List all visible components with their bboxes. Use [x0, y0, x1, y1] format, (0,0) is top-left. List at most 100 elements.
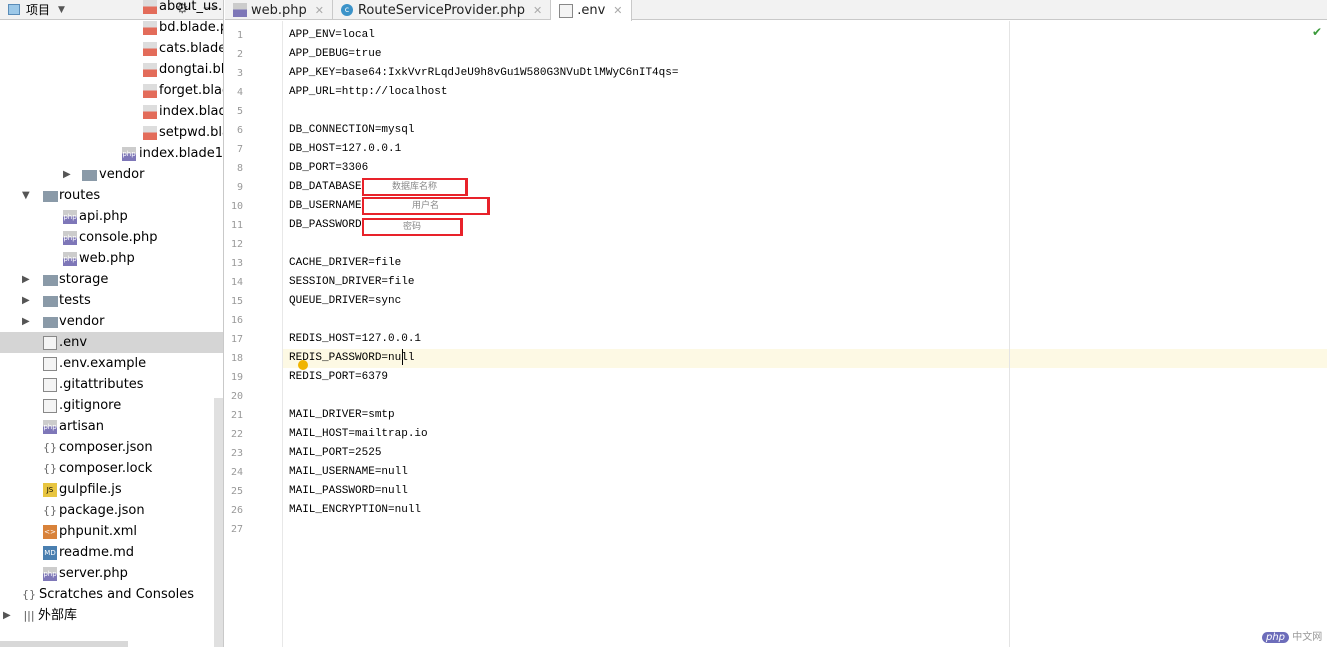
- right-margin-guide: [1009, 21, 1010, 647]
- code-line[interactable]: [283, 102, 1327, 121]
- blade-file-icon: [143, 63, 157, 77]
- code-line[interactable]: MAIL_PORT=2525: [283, 444, 1327, 463]
- tree-item[interactable]: phpindex.blade1.php: [0, 143, 223, 164]
- tree-item[interactable]: ▶ ||| 外部库: [0, 605, 223, 626]
- tree-item-label: bd.blade.php: [159, 20, 223, 35]
- close-icon[interactable]: ✕: [613, 4, 622, 17]
- close-icon[interactable]: ✕: [315, 4, 324, 17]
- code-line[interactable]: APP_KEY=base64:IxkVvrRLqdJeU9h8vGu1W580G…: [283, 64, 1327, 83]
- tree-item[interactable]: ▼ routes: [0, 185, 223, 206]
- tree-item[interactable]: php server.php: [0, 563, 223, 584]
- code-line[interactable]: REDIS_PORT=6379: [283, 368, 1327, 387]
- lightbulb-icon[interactable]: [298, 360, 308, 370]
- line-number: 17: [230, 334, 243, 345]
- code-editor[interactable]: APP_ENV=local APP_DEBUG=true APP_KEY=base6…: [283, 21, 1327, 647]
- line-number: 24: [230, 467, 243, 478]
- tree-item[interactable]: php console.php: [0, 227, 223, 248]
- check-icon: ✔: [1312, 25, 1323, 39]
- code-line[interactable]: [283, 311, 1327, 330]
- code-line[interactable]: MAIL_ENCRYPTION=null: [283, 501, 1327, 520]
- code-line[interactable]: MAIL_USERNAME=null: [283, 463, 1327, 482]
- tree-item[interactable]: {} package.json: [0, 500, 223, 521]
- code-line[interactable]: SESSION_DRIVER=file: [283, 273, 1327, 292]
- tree-item[interactable]: ▶ tests: [0, 290, 223, 311]
- code-line[interactable]: MAIL_PASSWORD=null: [283, 482, 1327, 501]
- code-line[interactable]: [283, 387, 1327, 406]
- tree-item[interactable]: <> phpunit.xml: [0, 521, 223, 542]
- tree-item-label: index.blade1.php: [139, 146, 224, 161]
- tree-item[interactable]: php web.php: [0, 248, 223, 269]
- tree-item[interactable]: {} composer.lock: [0, 458, 223, 479]
- code-line[interactable]: REDIS_HOST=127.0.0.1: [283, 330, 1327, 349]
- code-line[interactable]: CACHE_DRIVER=file: [283, 254, 1327, 273]
- text-caret: [402, 349, 403, 365]
- expand-arrow-icon[interactable]: ▶: [22, 311, 30, 332]
- code-line[interactable]: QUEUE_DRIVER=sync: [283, 292, 1327, 311]
- code-line[interactable]: APP_ENV=local: [283, 26, 1327, 45]
- close-icon[interactable]: ✕: [533, 4, 542, 17]
- blade-file-icon: [143, 42, 157, 56]
- tree-item-label: Scratches and Consoles: [39, 587, 195, 602]
- code-line[interactable]: MAIL_HOST=mailtrap.io: [283, 425, 1327, 444]
- code-line[interactable]: DB_PORT=3306: [283, 159, 1327, 178]
- tree-item[interactable]: .gitignore: [0, 395, 223, 416]
- tab-env[interactable]: .env ✕: [551, 0, 632, 21]
- tree-item[interactable]: setpwd.blade.php: [0, 122, 223, 143]
- tab-label: .env: [577, 3, 606, 18]
- tree-item[interactable]: .env.example: [0, 353, 223, 374]
- tree-item[interactable]: php artisan: [0, 416, 223, 437]
- tree-item-label: console.php: [79, 230, 158, 245]
- line-number: 5: [236, 106, 243, 117]
- tree-item-label: phpunit.xml: [59, 524, 138, 539]
- tree-item-label: .gitignore: [59, 398, 122, 413]
- editor-tabs: web.php ✕ c RouteServiceProvider.php ✕ .env ✕: [225, 0, 1327, 21]
- sidebar-scrollbar[interactable]: [214, 398, 223, 647]
- tree-item[interactable]: {} Scratches and Consoles: [0, 584, 223, 605]
- code-line[interactable]: DB_CONNECTION=mysql: [283, 121, 1327, 140]
- tree-item[interactable]: bd.blade.php: [0, 17, 223, 38]
- tree-item[interactable]: about_us.blade.php: [0, 0, 223, 17]
- tree-item[interactable]: dongtai.blade.php: [0, 59, 223, 80]
- tree-item[interactable]: php api.php: [0, 206, 223, 227]
- tree-item[interactable]: .gitattributes: [0, 374, 223, 395]
- expand-arrow-icon[interactable]: ▶: [63, 164, 71, 185]
- tree-item-label: storage: [59, 272, 109, 287]
- expand-arrow-icon[interactable]: ▶: [3, 605, 11, 626]
- code-line[interactable]: APP_URL=http://localhost: [283, 83, 1327, 102]
- code-line[interactable]: [283, 235, 1327, 254]
- tree-item[interactable]: ▶ vendor: [0, 164, 223, 185]
- php-file-icon: php: [43, 567, 57, 581]
- txt-file-icon: [43, 399, 57, 413]
- tree-item-label: .gitattributes: [59, 377, 144, 392]
- expand-arrow-icon[interactable]: ▶: [22, 290, 30, 311]
- tab-RouteServiceProvider-php[interactable]: c RouteServiceProvider.php ✕: [333, 0, 552, 20]
- tab-web-php[interactable]: web.php ✕: [225, 0, 333, 20]
- username-annotation: 用户名: [362, 197, 490, 215]
- code-line[interactable]: [283, 520, 1327, 539]
- line-number: 18: [230, 353, 243, 364]
- tree-item[interactable]: cats.blade.php: [0, 38, 223, 59]
- code-line[interactable]: APP_DEBUG=true: [283, 45, 1327, 64]
- line-number: 13: [230, 258, 243, 269]
- project-panel: 项目 ▼ ⚙ — about_us.blade.phpbd.blade.phpc…: [0, 0, 224, 647]
- folder-file-icon: [43, 296, 58, 307]
- tree-item[interactable]: JS gulpfile.js: [0, 479, 223, 500]
- tree-item[interactable]: {} composer.json: [0, 437, 223, 458]
- tree-item[interactable]: .env: [0, 332, 223, 353]
- tree-item-label: vendor: [99, 167, 145, 182]
- line-number: 21: [230, 410, 243, 421]
- code-line[interactable]: REDIS_PASSWORD=null: [283, 349, 1327, 368]
- tree-item[interactable]: index.blade.php: [0, 101, 223, 122]
- tree-item-label: server.php: [59, 566, 128, 581]
- line-number: 27: [230, 524, 243, 535]
- tree-item[interactable]: MD readme.md: [0, 542, 223, 563]
- tree-item[interactable]: forget.blade.php: [0, 80, 223, 101]
- tree-item[interactable]: ▶ storage: [0, 269, 223, 290]
- tree-item[interactable]: ▶ vendor: [0, 311, 223, 332]
- sidebar-hscrollbar[interactable]: [0, 641, 128, 647]
- tree-item-label: artisan: [59, 419, 104, 434]
- expand-arrow-icon[interactable]: ▶: [22, 269, 30, 290]
- code-line[interactable]: DB_HOST=127.0.0.1: [283, 140, 1327, 159]
- expand-arrow-icon[interactable]: ▼: [22, 185, 30, 206]
- code-line[interactable]: MAIL_DRIVER=smtp: [283, 406, 1327, 425]
